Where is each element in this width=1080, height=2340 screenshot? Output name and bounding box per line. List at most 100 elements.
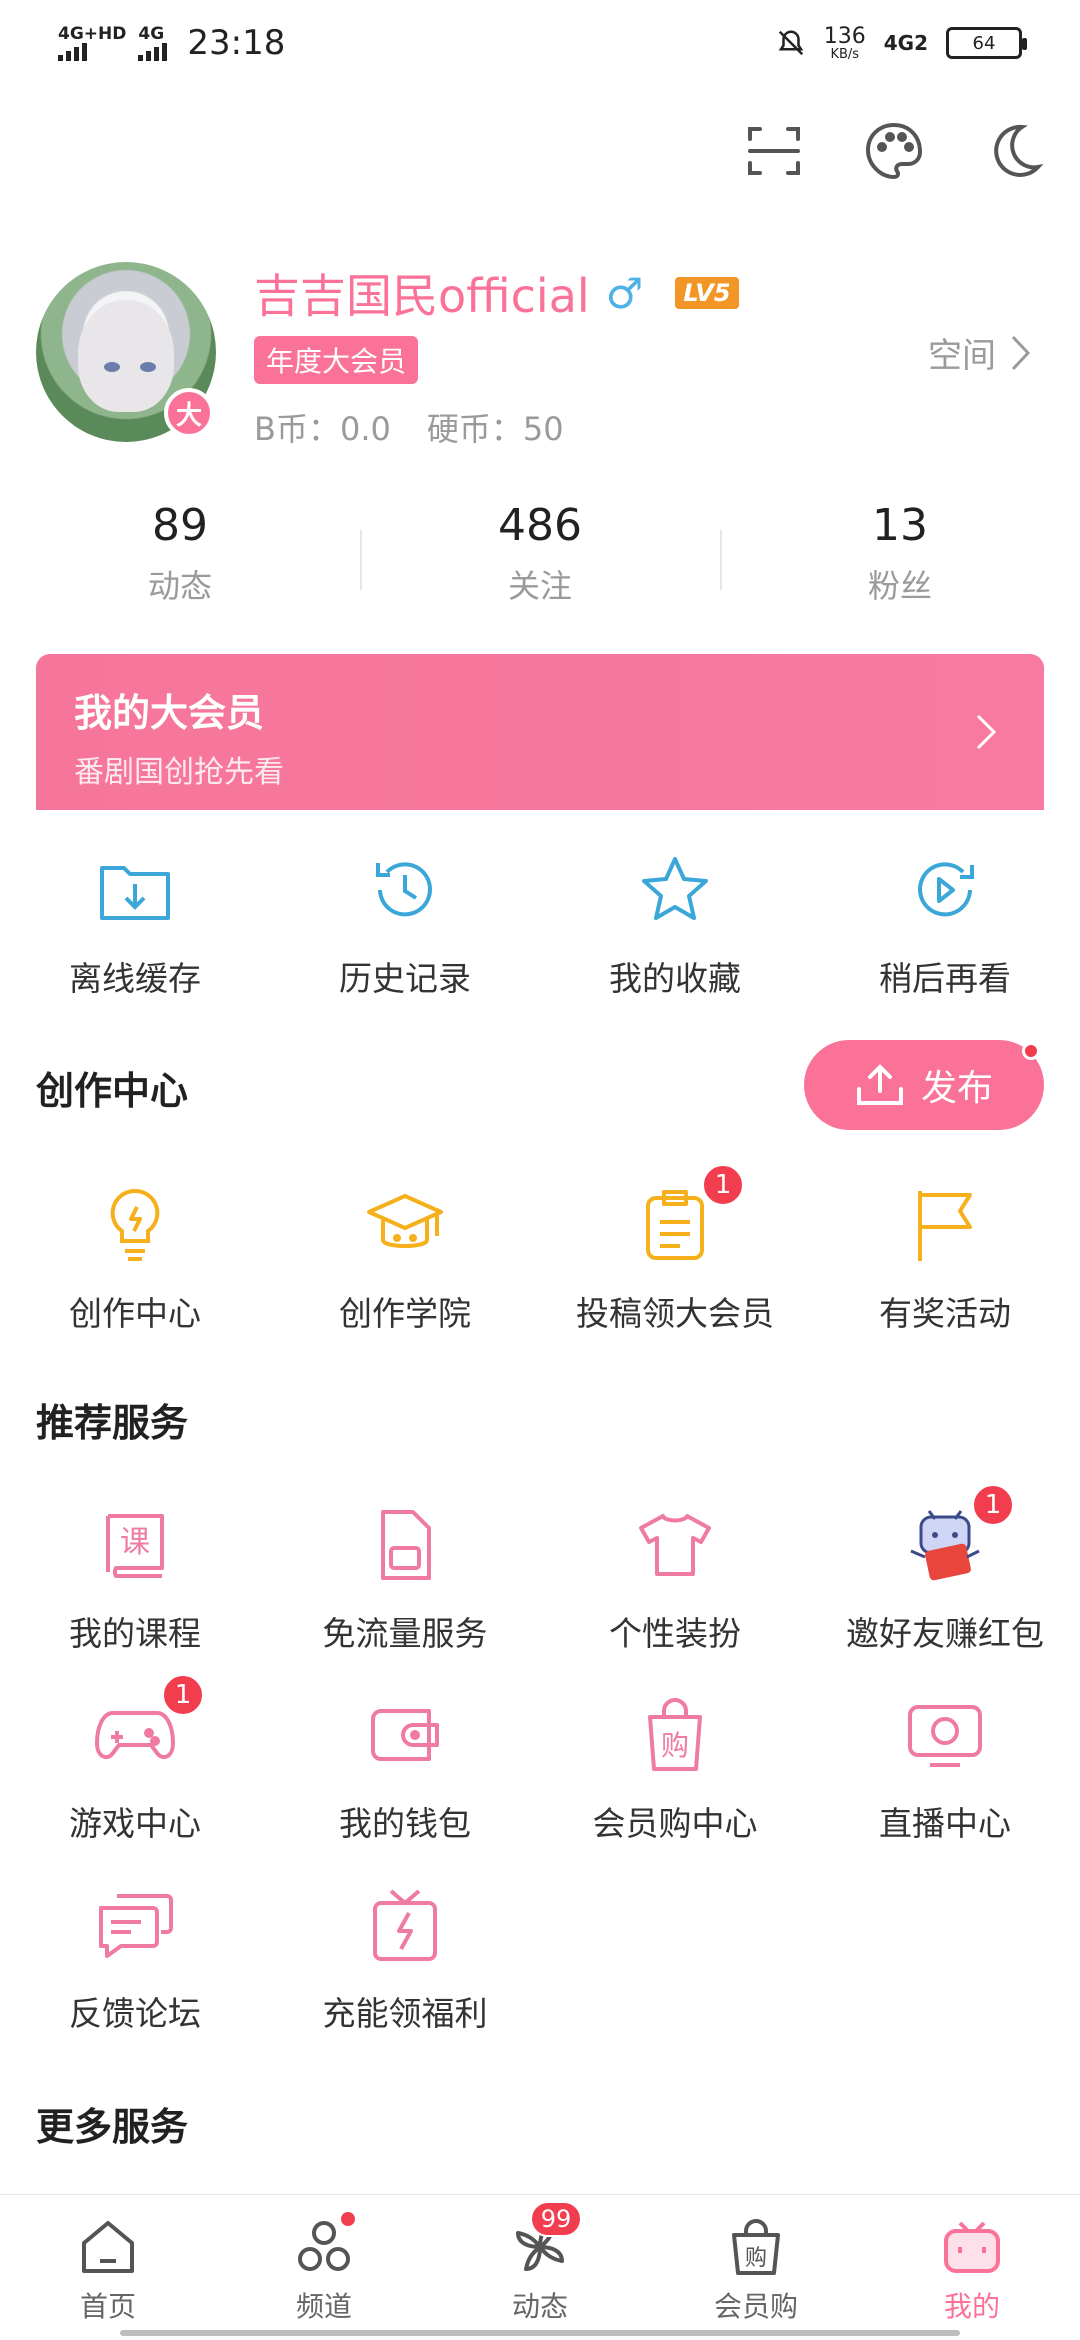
nav-home[interactable]: 首页 bbox=[0, 2195, 216, 2340]
stats-row: 89 动态 486 关注 13 粉丝 bbox=[0, 500, 1080, 607]
svg-text:购: 购 bbox=[661, 1729, 689, 1762]
tshirt-icon bbox=[635, 1505, 715, 1585]
gamepad-icon: 1 bbox=[95, 1673, 205, 1775]
nav-notification-count: 99 bbox=[530, 2201, 582, 2237]
flag-icon bbox=[905, 1185, 985, 1265]
services-grid-row-2: 1 游戏中心 我的钱包 购 会员购中心 直播中心 bbox=[0, 1673, 1080, 1845]
nav-dynamic[interactable]: 动态 99 bbox=[432, 2195, 648, 2340]
scan-icon[interactable] bbox=[738, 115, 810, 187]
creation-academy-item[interactable]: 创作学院 bbox=[270, 1185, 540, 1335]
sim-card-icon bbox=[365, 1505, 445, 1585]
services-section-title: 推荐服务 bbox=[36, 1401, 189, 1445]
personal-dressup-item[interactable]: 个性装扮 bbox=[540, 1505, 810, 1655]
vip-banner-subtitle: 番剧国创抢先看 bbox=[74, 755, 284, 790]
services-grid-row-1: 课 我的课程 免流量服务 个性装扮 1 邀好友赚红包 bbox=[0, 1483, 1080, 1655]
free-data-item[interactable]: 免流量服务 bbox=[270, 1505, 540, 1655]
signal-2: 4G bbox=[138, 25, 168, 61]
chevron-right-icon bbox=[976, 714, 997, 750]
nav-vip-shop[interactable]: 购 会员购 bbox=[648, 2195, 864, 2340]
stat-fans[interactable]: 13 粉丝 bbox=[720, 500, 1080, 607]
stat-dynamics[interactable]: 89 动态 bbox=[0, 500, 360, 607]
upload-icon bbox=[856, 1064, 903, 1105]
creation-grid: 创作中心 创作学院 1 投稿领大会员 有奖活动 bbox=[0, 1163, 1080, 1335]
nav-channel[interactable]: 频道 bbox=[216, 2195, 432, 2340]
signal-bars-icon bbox=[58, 42, 87, 61]
watch-later-item[interactable]: 稍后再看 bbox=[810, 850, 1080, 1000]
coins-row: B币：0.0 硬币：50 bbox=[254, 404, 564, 450]
svg-text:购: 购 bbox=[745, 2246, 767, 2271]
status-bar: 4G+HD 4G 23:18 136 KB/s 4G2 64 bbox=[0, 0, 1080, 86]
chat-bubbles-icon bbox=[95, 1885, 175, 1965]
history-icon bbox=[365, 850, 445, 930]
status-left: 4G+HD 4G 23:18 bbox=[58, 23, 285, 63]
creation-center-item[interactable]: 创作中心 bbox=[0, 1185, 270, 1335]
vip-avatar-badge: 大 bbox=[164, 388, 214, 438]
battery-icon: 64 bbox=[946, 27, 1027, 59]
lightbulb-icon bbox=[95, 1185, 175, 1265]
clock: 23:18 bbox=[187, 23, 286, 63]
notification-badge: 1 bbox=[701, 1163, 745, 1207]
moon-icon[interactable] bbox=[978, 115, 1050, 187]
username[interactable]: 吉吉国民official bbox=[254, 260, 590, 326]
tv-icon bbox=[905, 1695, 985, 1775]
tv-mascot-icon bbox=[944, 2221, 1000, 2273]
nav-mine[interactable]: 我的 bbox=[864, 2195, 1080, 2340]
invite-friends-item[interactable]: 1 邀好友赚红包 bbox=[810, 1483, 1080, 1655]
home-icon bbox=[82, 2221, 134, 2273]
mute-bell-icon bbox=[778, 30, 804, 56]
stat-following[interactable]: 486 关注 bbox=[360, 500, 720, 607]
username-row: 吉吉国民official ♂ LV5 bbox=[254, 260, 739, 326]
services-grid-row-3: 反馈论坛 充能领福利 bbox=[0, 1885, 1080, 2035]
shopping-bag-icon: 购 bbox=[635, 1695, 715, 1775]
course-book-icon: 课 bbox=[95, 1505, 175, 1585]
status-right: 136 KB/s 4G2 64 bbox=[776, 23, 1027, 62]
vip-tag[interactable]: 年度大会员 bbox=[254, 336, 419, 384]
notification-badge: 1 bbox=[971, 1483, 1015, 1527]
quick-grid: 离线缓存 历史记录 我的收藏 稍后再看 bbox=[0, 850, 1080, 1000]
my-course-item[interactable]: 课 我的课程 bbox=[0, 1505, 270, 1655]
nav-notification-dot bbox=[338, 2209, 358, 2229]
palette-icon[interactable] bbox=[858, 115, 930, 187]
wallet-icon bbox=[365, 1695, 445, 1775]
signal-1: 4G+HD bbox=[58, 25, 126, 61]
offline-cache-item[interactable]: 离线缓存 bbox=[0, 850, 270, 1000]
space-label: 空间 bbox=[928, 336, 996, 376]
feedback-forum-item[interactable]: 反馈论坛 bbox=[0, 1885, 270, 2035]
live-center-item[interactable]: 直播中心 bbox=[810, 1695, 1080, 1845]
coin-balance: 硬币：50 bbox=[426, 410, 564, 448]
mascot-red-envelope-icon: 1 bbox=[905, 1483, 1015, 1585]
favorites-item[interactable]: 我的收藏 bbox=[540, 850, 810, 1000]
net-speed: 136 KB/s bbox=[823, 23, 866, 62]
top-actions bbox=[738, 115, 1050, 187]
bcoin-balance: B币：0.0 bbox=[254, 410, 391, 448]
svg-text:课: 课 bbox=[120, 1525, 150, 1560]
vip-banner-title: 我的大会员 bbox=[74, 691, 265, 735]
publish-notification-dot bbox=[1022, 1042, 1040, 1060]
prize-activity-item[interactable]: 有奖活动 bbox=[810, 1185, 1080, 1335]
gift-charge-icon bbox=[365, 1885, 445, 1965]
graduation-cap-icon bbox=[365, 1185, 445, 1265]
download-folder-icon bbox=[95, 850, 175, 930]
shop-bag-icon: 购 bbox=[732, 2219, 780, 2275]
bottom-nav: 首页 频道 动态 99 购 会员购 我的 bbox=[0, 2194, 1080, 2340]
vip-shop-center-item[interactable]: 购 会员购中心 bbox=[540, 1695, 810, 1845]
home-indicator bbox=[120, 2330, 960, 2336]
more-services-title: 更多服务 bbox=[36, 2105, 189, 2149]
clipboard-icon: 1 bbox=[635, 1163, 745, 1265]
chevron-right-icon bbox=[1011, 335, 1031, 370]
network-3: 4G2 bbox=[883, 31, 928, 55]
watch-later-icon bbox=[905, 850, 985, 930]
vip-banner[interactable]: 我的大会员 番剧国创抢先看 bbox=[36, 654, 1044, 810]
wallet-item[interactable]: 我的钱包 bbox=[270, 1695, 540, 1845]
creation-section-title: 创作中心 bbox=[36, 1069, 189, 1113]
publish-label: 发布 bbox=[920, 1068, 993, 1109]
charge-welfare-item[interactable]: 充能领福利 bbox=[270, 1885, 540, 2035]
signal-bars-icon bbox=[138, 42, 168, 61]
male-icon: ♂ bbox=[605, 268, 644, 318]
history-item[interactable]: 历史记录 bbox=[270, 850, 540, 1000]
space-link[interactable]: 空间 bbox=[928, 328, 1032, 377]
submit-vip-item[interactable]: 1 投稿领大会员 bbox=[540, 1163, 810, 1335]
game-center-item[interactable]: 1 游戏中心 bbox=[0, 1673, 270, 1845]
notification-badge: 1 bbox=[161, 1673, 205, 1717]
publish-button[interactable]: 发布 bbox=[804, 1040, 1044, 1130]
